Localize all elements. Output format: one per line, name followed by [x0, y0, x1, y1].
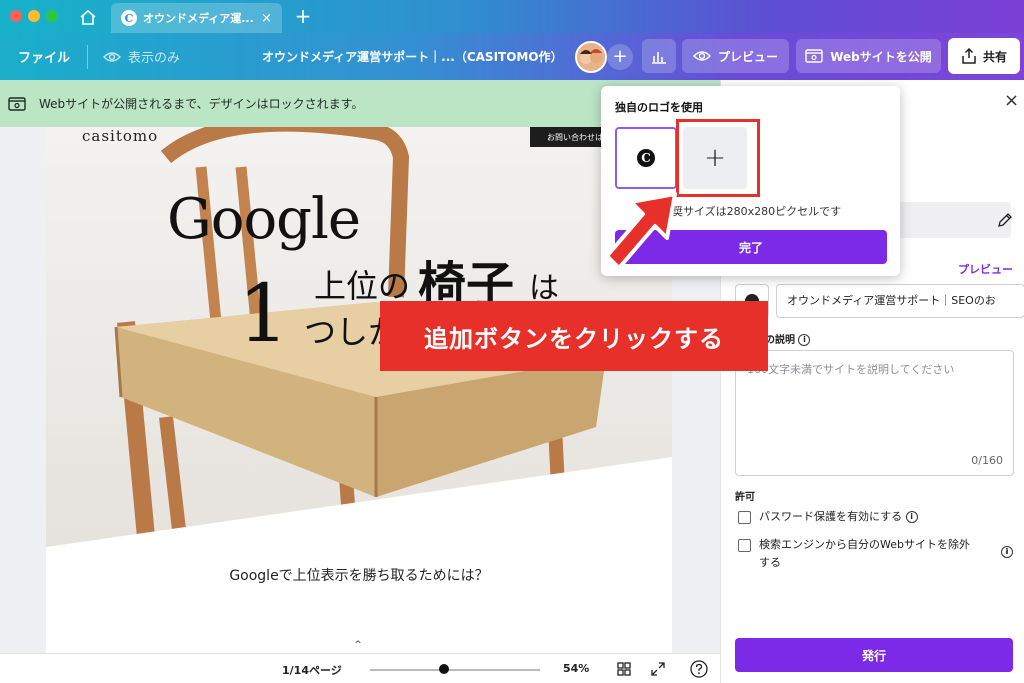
- toolbar-divider: [87, 45, 88, 69]
- password-checkbox[interactable]: [738, 511, 751, 524]
- tab-close-icon[interactable]: ×: [261, 11, 272, 26]
- publish-button[interactable]: 発行: [735, 638, 1013, 672]
- home-icon[interactable]: [76, 6, 100, 28]
- collapse-chevron-up-icon[interactable]: ^: [338, 638, 378, 653]
- page-indicator[interactable]: 1/14ページ: [282, 662, 342, 678]
- grid-view-icon[interactable]: [617, 662, 631, 676]
- description-char-count: 0/160: [971, 454, 1003, 467]
- current-logo-option[interactable]: C: [615, 127, 677, 189]
- publish-website-button[interactable]: Webサイトを公開: [796, 39, 941, 73]
- zoom-slider-thumb[interactable]: [439, 664, 449, 674]
- site-brand-name: casitomo: [82, 127, 159, 145]
- info-icon[interactable]: i: [905, 511, 918, 523]
- share-label: 共有: [982, 49, 1007, 64]
- publish-website-label: Webサイトを公開: [830, 49, 932, 64]
- page-caption: Googleで上位表示を勝ち取るためには？: [229, 568, 489, 584]
- search-exclude-checkbox[interactable]: [738, 539, 751, 552]
- new-tab-button[interactable]: +: [292, 5, 314, 27]
- permissions-label: 許可: [735, 492, 755, 503]
- share-upload-icon: [962, 48, 976, 64]
- avatar[interactable]: [575, 41, 607, 73]
- close-icon[interactable]: ×: [1004, 92, 1019, 110]
- file-menu[interactable]: ファイル: [18, 33, 70, 80]
- preview-button[interactable]: プレビュー: [682, 39, 789, 73]
- view-only-label: 表示のみ: [128, 51, 181, 66]
- search-exclude-line1: 検索エンジンから自分のWebサイトを除外: [759, 538, 970, 551]
- hero-google: Google: [167, 187, 361, 252]
- website-lock-icon: [8, 96, 26, 111]
- canva-app-window: C オウンドメディア運... × + ファイル 表示のみ オウンドメディア運営サ…: [0, 0, 1024, 683]
- view-only-indicator[interactable]: 表示のみ: [103, 33, 180, 80]
- password-option-label: パスワード保護を有効にする: [759, 510, 903, 523]
- description-placeholder: 160文字未満でサイトを説明してください: [747, 363, 955, 376]
- annotation-callout: 追加ボタンをクリックする: [380, 301, 768, 371]
- design-page[interactable]: casitomo お問い合わせは Google 上位の 椅子 は 1 つしかな …: [46, 127, 672, 653]
- popup-title: 独自のロゴを使用: [615, 101, 703, 114]
- preview-label: プレビュー: [717, 49, 778, 64]
- eye-icon: [103, 51, 121, 62]
- window-minimize-dot[interactable]: [28, 10, 40, 22]
- editor-toolbar: ファイル 表示のみ オウンドメディア運営サポート｜...（CASITOMO作） …: [0, 33, 1024, 80]
- zoom-slider[interactable]: [370, 669, 540, 671]
- insights-button[interactable]: [642, 39, 676, 73]
- pencil-icon[interactable]: [997, 212, 1013, 228]
- info-icon[interactable]: i: [1001, 546, 1013, 558]
- description-textarea[interactable]: 160文字未満でサイトを説明してください 0/160: [735, 350, 1014, 476]
- search-exclude-line2: する: [759, 556, 781, 569]
- canvas-statusbar: 1/14ページ 54%: [0, 653, 720, 683]
- window-close-dot[interactable]: [10, 10, 22, 22]
- info-icon[interactable]: i: [798, 334, 811, 346]
- canva-logo-icon: C: [121, 10, 137, 26]
- share-button[interactable]: 共有: [948, 38, 1020, 74]
- window-zoom-dot[interactable]: [46, 10, 58, 22]
- add-collaborator-button[interactable]: +: [607, 44, 633, 70]
- lock-notice-text: Webサイトが公開されるまで、デザインはロックされます。: [39, 97, 364, 111]
- site-title-field[interactable]: オウンドメディア運営サポート｜SEOのお: [776, 284, 1024, 318]
- document-title[interactable]: オウンドメディア運営サポート｜...（CASITOMO作）: [262, 33, 563, 80]
- canva-logo-icon: C: [637, 149, 655, 167]
- zoom-level[interactable]: 54%: [563, 662, 589, 675]
- tab-title: オウンドメディア運...: [143, 12, 254, 25]
- window-titlebar: C オウンドメディア運... × +: [0, 0, 1024, 33]
- fullscreen-icon[interactable]: [651, 662, 665, 676]
- annotation-arrow-icon: [605, 192, 677, 270]
- eye-icon: [692, 51, 711, 61]
- preview-link[interactable]: プレビュー: [958, 261, 1013, 277]
- bar-chart-icon: [652, 52, 666, 64]
- help-icon[interactable]: [690, 660, 708, 678]
- website-icon: [805, 49, 823, 63]
- hero-line3-number: 1: [238, 267, 289, 360]
- password-option: パスワード保護を有効にする i: [759, 507, 918, 526]
- tab-document[interactable]: C オウンドメディア運... ×: [111, 3, 282, 33]
